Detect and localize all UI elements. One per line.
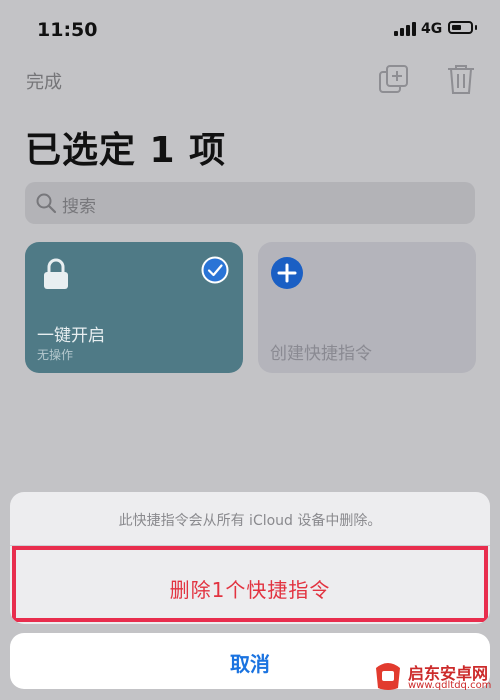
shortcut-title: 一键开启: [37, 326, 105, 346]
watermark-url: www.qdltdq.com: [408, 680, 492, 691]
create-shortcut-card[interactable]: 创建快捷指令: [258, 242, 476, 373]
watermark-icon: [376, 663, 400, 690]
network-type: 4G: [421, 21, 443, 37]
create-shortcut-label: 创建快捷指令: [270, 344, 372, 364]
status-time: 11:50: [37, 19, 98, 41]
done-button[interactable]: 完成: [26, 68, 62, 94]
action-sheet-message: 此快捷指令会从所有 iCloud 设备中删除。: [118, 513, 382, 529]
search-input[interactable]: 搜索: [25, 182, 475, 224]
delete-shortcut-button[interactable]: 删除1个快捷指令: [12, 546, 488, 622]
shortcut-card-selected[interactable]: 一键开启 无操作: [25, 242, 243, 373]
page-title: 已选定 1 项: [25, 130, 227, 171]
trash-icon[interactable]: [444, 62, 478, 96]
search-placeholder: 搜索: [62, 197, 96, 217]
battery-icon: [448, 21, 473, 34]
duplicate-icon[interactable]: [377, 63, 411, 97]
checkmark-icon[interactable]: [201, 256, 229, 284]
search-icon: [36, 193, 57, 214]
plus-icon: [271, 257, 303, 289]
status-bar: 11:50 4G: [0, 0, 500, 60]
delete-label: 删除1个快捷指令: [169, 578, 331, 602]
signal-icon: [394, 22, 416, 36]
shortcut-subtitle: 无操作: [37, 348, 74, 362]
battery-cap: [475, 25, 477, 30]
watermark-logo: 启东安卓网 www.qdltdq.com: [372, 658, 496, 696]
lock-icon: [44, 258, 68, 289]
action-sheet: 此快捷指令会从所有 iCloud 设备中删除。 删除1个快捷指令: [10, 492, 490, 624]
